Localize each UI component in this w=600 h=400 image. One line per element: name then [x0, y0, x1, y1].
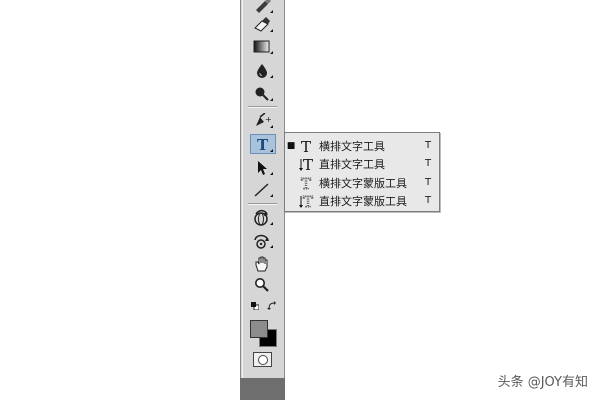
menu-item-vertical-type-mask[interactable]: T 直排文字蒙版工具 T	[285, 191, 439, 210]
menu-item-label: 横排文字工具	[319, 139, 385, 153]
menu-item-label: 横排文字蒙版工具	[319, 176, 407, 190]
type-tools-flyout-menu: ■ T 横排文字工具 T T 直排文字工具 T T 横排文字蒙版工具 T T 直…	[284, 132, 440, 212]
active-bullet: ■	[286, 140, 296, 151]
menu-item-shortcut: T	[425, 158, 432, 169]
3d-rotate-tool-icon[interactable]	[247, 208, 277, 227]
menu-item-shortcut: T	[425, 195, 432, 206]
menu-item-horizontal-type[interactable]: ■ T 横排文字工具 T	[285, 136, 439, 155]
pen-tool-icon[interactable]: +	[247, 111, 277, 130]
horizontal-type-icon: T	[297, 136, 317, 155]
vertical-type-mask-icon: T	[297, 191, 317, 210]
line-tool-icon[interactable]	[247, 180, 277, 199]
quick-mask-button[interactable]	[253, 352, 272, 367]
hand-tool-icon[interactable]	[247, 254, 277, 273]
path-selection-tool-icon[interactable]	[247, 158, 277, 177]
toolbar-footer	[240, 378, 285, 400]
menu-item-shortcut: T	[425, 177, 432, 188]
menu-item-horizontal-type-mask[interactable]: T 横排文字蒙版工具 T	[285, 173, 439, 192]
type-tool-icon[interactable]: T	[250, 134, 276, 154]
zoom-tool-icon[interactable]	[247, 275, 277, 294]
menu-item-label: 直排文字蒙版工具	[319, 194, 407, 208]
3d-orbit-tool-icon[interactable]	[247, 231, 277, 250]
menu-item-vertical-type[interactable]: T 直排文字工具 T	[285, 154, 439, 173]
gradient-tool-icon[interactable]	[247, 37, 277, 56]
eraser-tool-icon[interactable]	[247, 15, 277, 34]
svg-text:+: +	[265, 115, 272, 124]
default-colors-icon[interactable]	[251, 302, 259, 310]
horizontal-type-mask-icon: T	[297, 173, 317, 192]
svg-text:T: T	[301, 175, 311, 191]
menu-item-shortcut: T	[425, 140, 432, 151]
menu-item-label: 直排文字工具	[319, 157, 385, 171]
blur-drop-tool-icon[interactable]	[247, 61, 277, 80]
quick-mask-icon	[257, 354, 268, 365]
smudge-brush-tool-icon[interactable]	[247, 0, 277, 15]
svg-text:T: T	[301, 138, 311, 154]
svg-text:T: T	[303, 193, 313, 209]
dodge-tool-icon[interactable]	[247, 84, 277, 103]
vertical-type-icon: T	[297, 154, 317, 173]
watermark-text: 头条 @JOY有知	[497, 375, 588, 390]
swap-colors-icon[interactable]	[267, 301, 277, 311]
svg-text:T: T	[303, 156, 313, 172]
foreground-color-swatch[interactable]	[250, 320, 268, 338]
